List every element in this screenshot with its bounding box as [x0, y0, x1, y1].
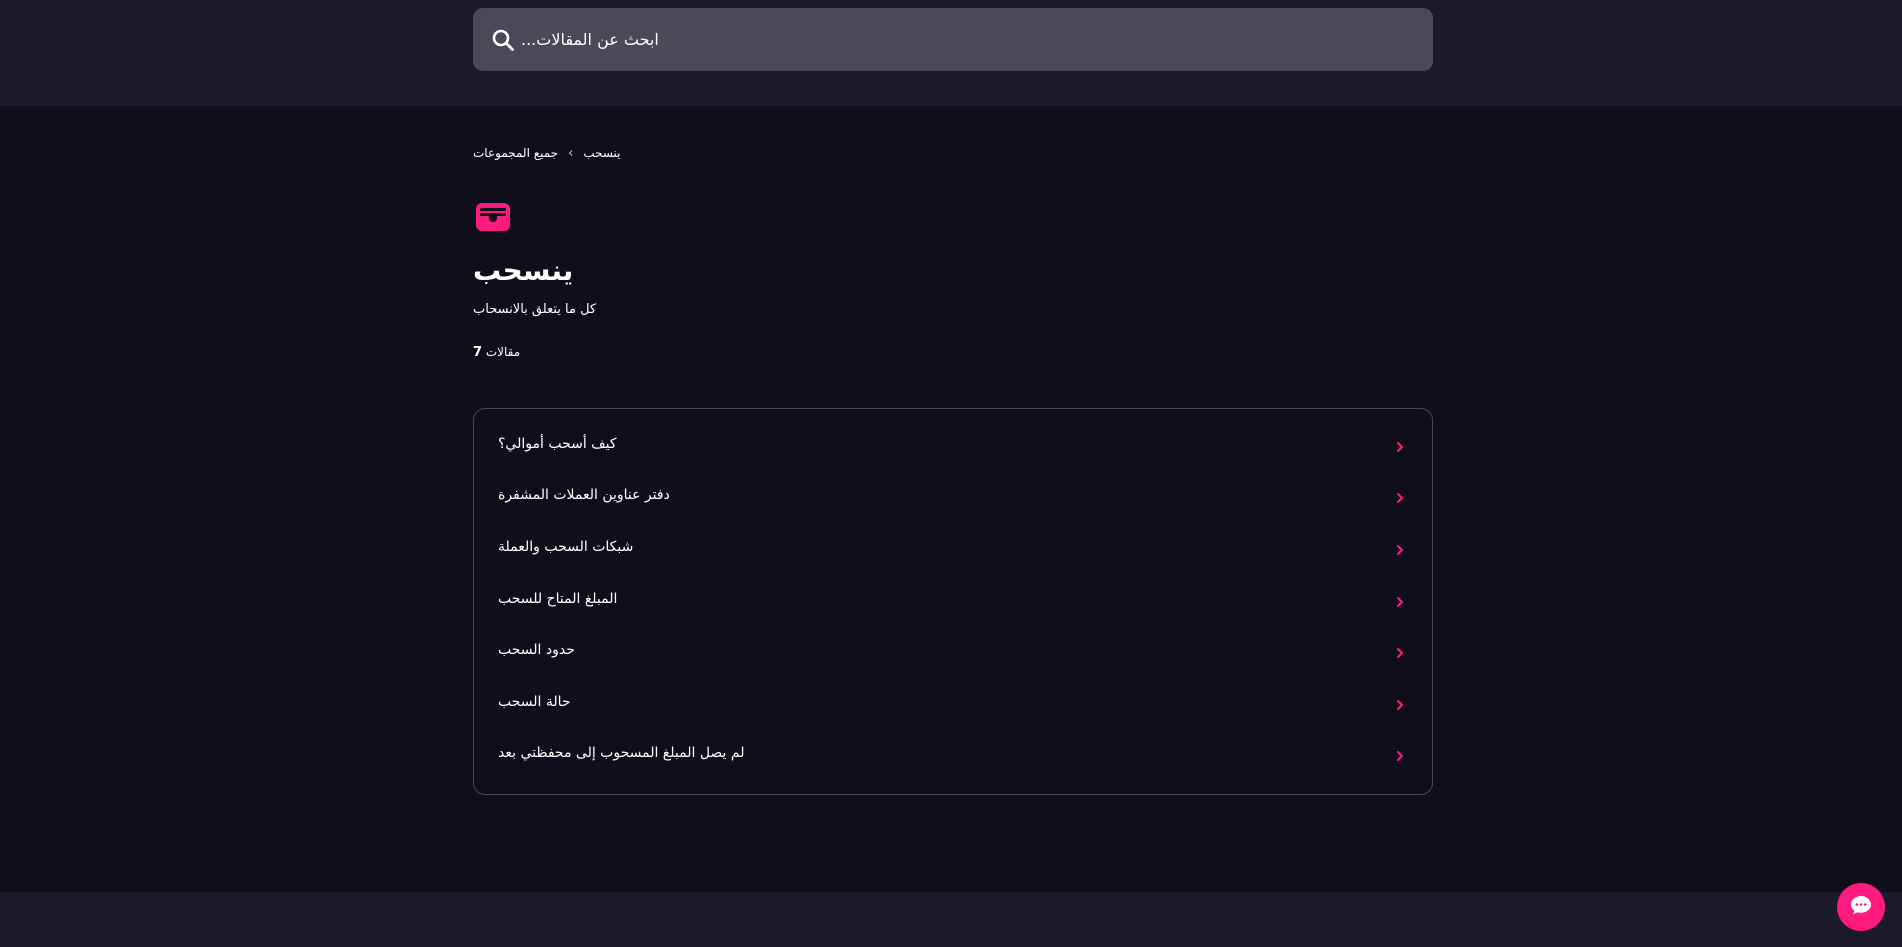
footer-band: [0, 892, 1902, 947]
page-title: ينسحب: [473, 254, 574, 287]
chevron-right-icon: [1396, 593, 1404, 607]
article-title: شبكات السحب والعملة: [498, 538, 634, 555]
article-title: لم يصل المبلغ المسحوب إلى محفظتي بعد: [498, 745, 745, 762]
article-title: حدود السحب: [498, 642, 575, 659]
article-link[interactable]: لم يصل المبلغ المسحوب إلى محفظتي بعد: [474, 728, 1432, 780]
search-icon: [491, 28, 515, 52]
wallet-icon: [475, 202, 511, 232]
article-link[interactable]: دفتر عناوين العملات المشفرة: [474, 470, 1432, 522]
chevron-right-icon: [1396, 438, 1404, 452]
search-bar[interactable]: [473, 8, 1433, 71]
chat-bubble-icon: [1850, 895, 1872, 919]
chevron-right-icon: [1396, 644, 1404, 659]
chevron-left-icon: ‹: [568, 145, 574, 161]
chevron-right-icon: [1396, 541, 1404, 555]
chevron-right-icon: [1396, 489, 1404, 504]
article-link[interactable]: شبكات السحب والعملة: [474, 521, 1432, 573]
article-title: دفتر عناوين العملات المشفرة: [498, 487, 670, 504]
search-input[interactable]: [521, 8, 1401, 71]
chat-launcher-button[interactable]: [1837, 883, 1885, 931]
article-title: المبلغ المتاح للسحب: [498, 590, 618, 607]
article-count-label: مقالات: [485, 345, 521, 359]
article-count-number: 7: [473, 345, 483, 360]
article-link[interactable]: حالة السحب: [474, 676, 1432, 728]
article-link[interactable]: كيف أسحب أموالي؟: [474, 418, 1432, 470]
chevron-right-icon: [1396, 696, 1404, 710]
breadcrumb-item-all-collections[interactable]: جميع المجموعات: [473, 146, 558, 160]
article-list: كيف أسحب أموالي؟ دفتر عناوين العملات الم…: [473, 408, 1433, 795]
article-link[interactable]: المبلغ المتاح للسحب: [474, 573, 1432, 625]
article-title: كيف أسحب أموالي؟: [498, 435, 617, 452]
header-band: [0, 0, 1902, 106]
article-title: حالة السحب: [498, 693, 571, 710]
chevron-right-icon: [1396, 747, 1404, 762]
collection-description: كل ما يتعلق بالانسحاب: [473, 302, 597, 317]
breadcrumb-item-current: ينسحب: [583, 146, 621, 160]
article-count: 7 مقالات: [473, 345, 520, 360]
article-link[interactable]: حدود السحب: [474, 624, 1432, 676]
breadcrumb: جميع المجموعات ‹ ينسحب: [473, 144, 621, 162]
